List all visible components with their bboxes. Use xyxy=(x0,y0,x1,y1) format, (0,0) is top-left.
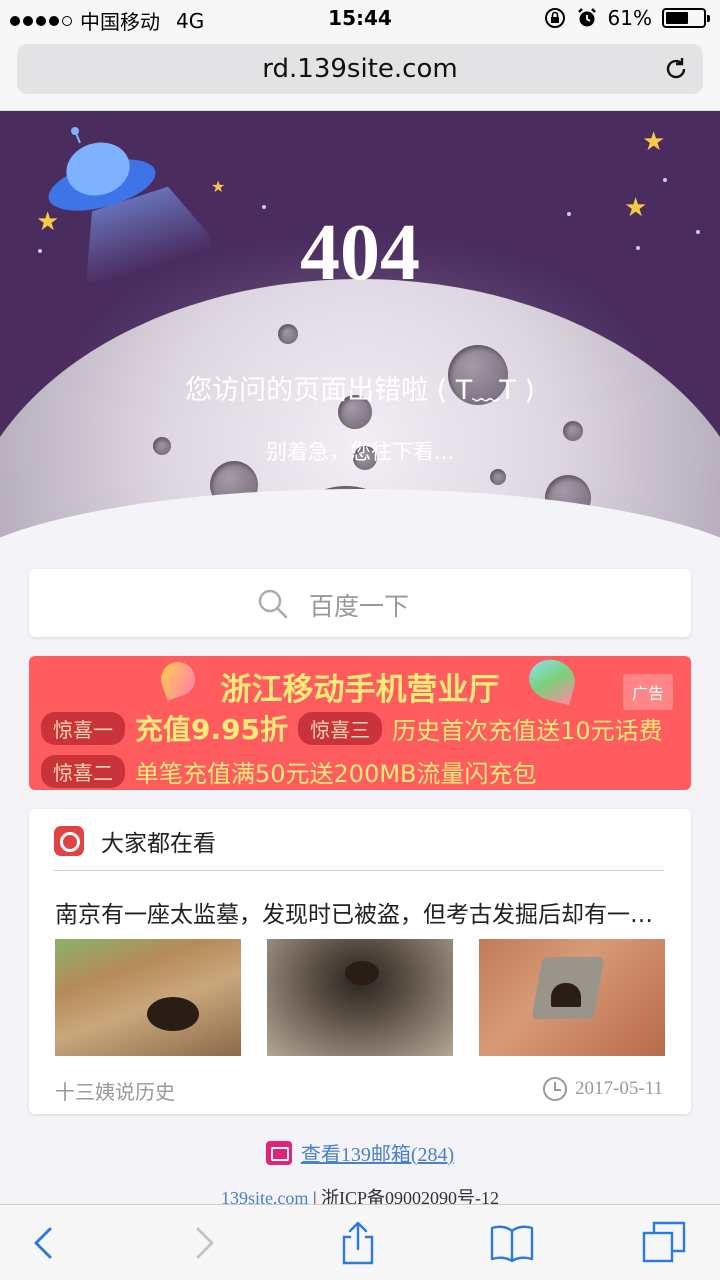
news-source: 十三姨说历史 xyxy=(55,1080,175,1104)
news-date-wrap: 2017-05-11 xyxy=(543,1077,663,1101)
mail-link-row: 查看139邮箱(284) xyxy=(0,1138,720,1167)
battery-icon xyxy=(662,8,710,28)
news-section-title: 大家都在看 xyxy=(101,831,216,857)
search-box[interactable]: 百度一下 xyxy=(29,569,691,637)
error-hero: ★ ★ ★ ★ xyxy=(0,111,720,551)
ad-banner[interactable]: 浙江移动手机营业厅 广告 惊喜一 充值9.95折 惊喜三 历史首次充值送10元话… xyxy=(29,656,691,790)
status-right: 61% xyxy=(544,6,710,30)
orientation-lock-icon xyxy=(544,8,565,28)
browser-toolbar xyxy=(0,1204,720,1280)
news-headline-link[interactable]: 南京有一座太监墓，发现时已被盗，但考古发掘后却有一… xyxy=(55,895,687,929)
moon-crater xyxy=(290,486,402,551)
browser-address-area: rd.139site.com xyxy=(0,36,720,111)
search-icon xyxy=(258,589,288,619)
ad-line-1: 惊喜一 充值9.95折 惊喜三 历史首次充值送10元话费 xyxy=(41,708,663,748)
ad-tag: 惊喜三 xyxy=(298,711,383,745)
ad-offer: 历史首次充值送10元话费 xyxy=(392,716,663,745)
status-bar: 中国移动 4G 15:44 61% xyxy=(0,0,720,36)
address-bar[interactable]: rd.139site.com xyxy=(17,44,703,94)
trending-icon xyxy=(54,826,84,856)
ad-tag: 惊喜二 xyxy=(41,755,125,788)
error-code: 404 xyxy=(300,209,420,297)
moon-crater xyxy=(490,469,506,485)
moon-crater xyxy=(545,475,591,521)
alarm-icon xyxy=(577,8,596,27)
news-thumbnail[interactable] xyxy=(55,939,241,1056)
clock-icon xyxy=(543,1077,568,1101)
news-thumbnail[interactable] xyxy=(267,939,453,1056)
ad-tag: 惊喜一 xyxy=(41,711,125,745)
mail-link[interactable]: 查看139邮箱(284) xyxy=(301,1144,454,1166)
moon-crater xyxy=(278,324,298,344)
star-icon: ★ xyxy=(211,177,226,196)
news-thumbnail[interactable] xyxy=(479,939,665,1056)
star-icon: ★ xyxy=(642,127,666,157)
forward-button[interactable] xyxy=(180,1219,228,1267)
page: 中国移动 4G 15:44 61% rd.139site.com ★ ★ ★ ★… xyxy=(0,0,720,1280)
moon-crater xyxy=(210,461,258,509)
share-button[interactable] xyxy=(334,1219,382,1267)
tabs-button[interactable] xyxy=(640,1219,688,1267)
ad-title: 浙江移动手机营业厅 xyxy=(220,672,500,708)
error-message: 您访问的页面出错啦 ( T﹏T ) xyxy=(185,375,535,406)
back-button[interactable] xyxy=(20,1219,68,1267)
battery-percent: 61% xyxy=(607,6,652,30)
ad-offer: 充值9.95折 xyxy=(135,713,289,746)
mail-icon xyxy=(265,1141,292,1165)
battery-fill xyxy=(666,12,688,24)
search-placeholder: 百度一下 xyxy=(309,592,410,621)
reload-icon[interactable] xyxy=(663,56,689,82)
divider xyxy=(54,870,664,871)
news-card: 大家都在看 南京有一座太监墓，发现时已被盗，但考古发掘后却有一… 十三姨说历史 … xyxy=(29,809,691,1114)
star-speck xyxy=(663,178,667,182)
news-date: 2017-05-11 xyxy=(575,1078,663,1099)
error-submessage: 别着急，您往下看... xyxy=(265,440,455,464)
ad-offer: 单笔充值满50元送200MB流量闪充包 xyxy=(135,760,537,788)
bookmarks-button[interactable] xyxy=(488,1219,536,1267)
url-text: rd.139site.com xyxy=(262,54,458,84)
ad-line-2: 惊喜二 单笔充值满50元送200MB流量闪充包 xyxy=(41,754,537,789)
ad-badge: 广告 xyxy=(622,674,673,710)
